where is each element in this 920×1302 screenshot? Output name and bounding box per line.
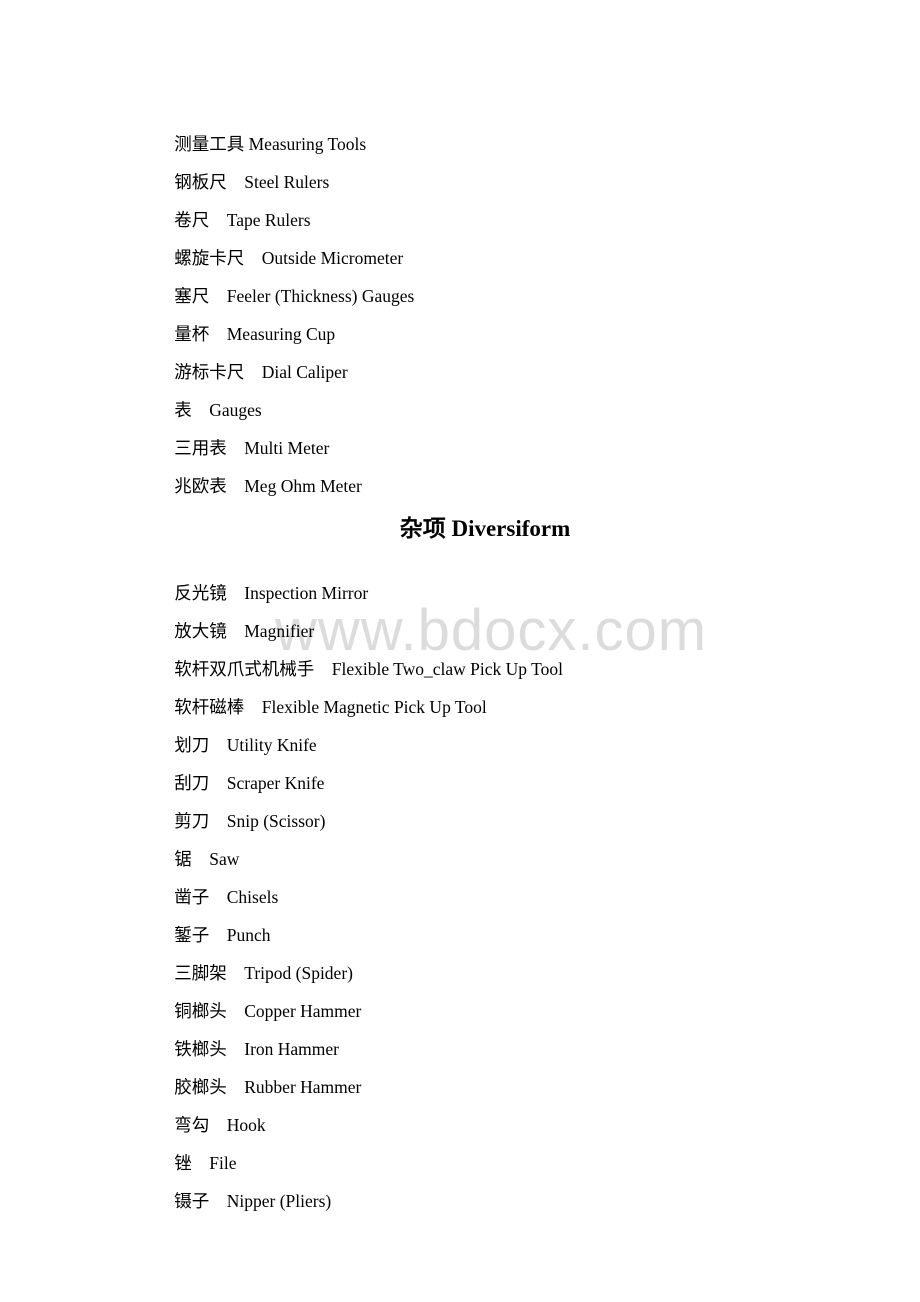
list-item: 兆欧表 Meg Ohm Meter xyxy=(148,453,362,519)
list-item: 镊子 Nipper (Pliers) xyxy=(148,1168,331,1234)
term-chinese: 镊子 xyxy=(174,1191,210,1211)
term-english: Nipper (Pliers) xyxy=(226,1191,332,1211)
term-chinese: 兆欧表 xyxy=(174,476,227,496)
term-english: Snip (Scissor) xyxy=(226,811,326,831)
term-english: Meg Ohm Meter xyxy=(244,476,362,496)
section-heading-diversiform: 杂项 Diversiform xyxy=(399,516,571,541)
document-page: www.bdocx.com 测量工具 Measuring Tools 钢板尺 S… xyxy=(0,0,920,1302)
term-english: Dial Caliper xyxy=(261,362,348,382)
